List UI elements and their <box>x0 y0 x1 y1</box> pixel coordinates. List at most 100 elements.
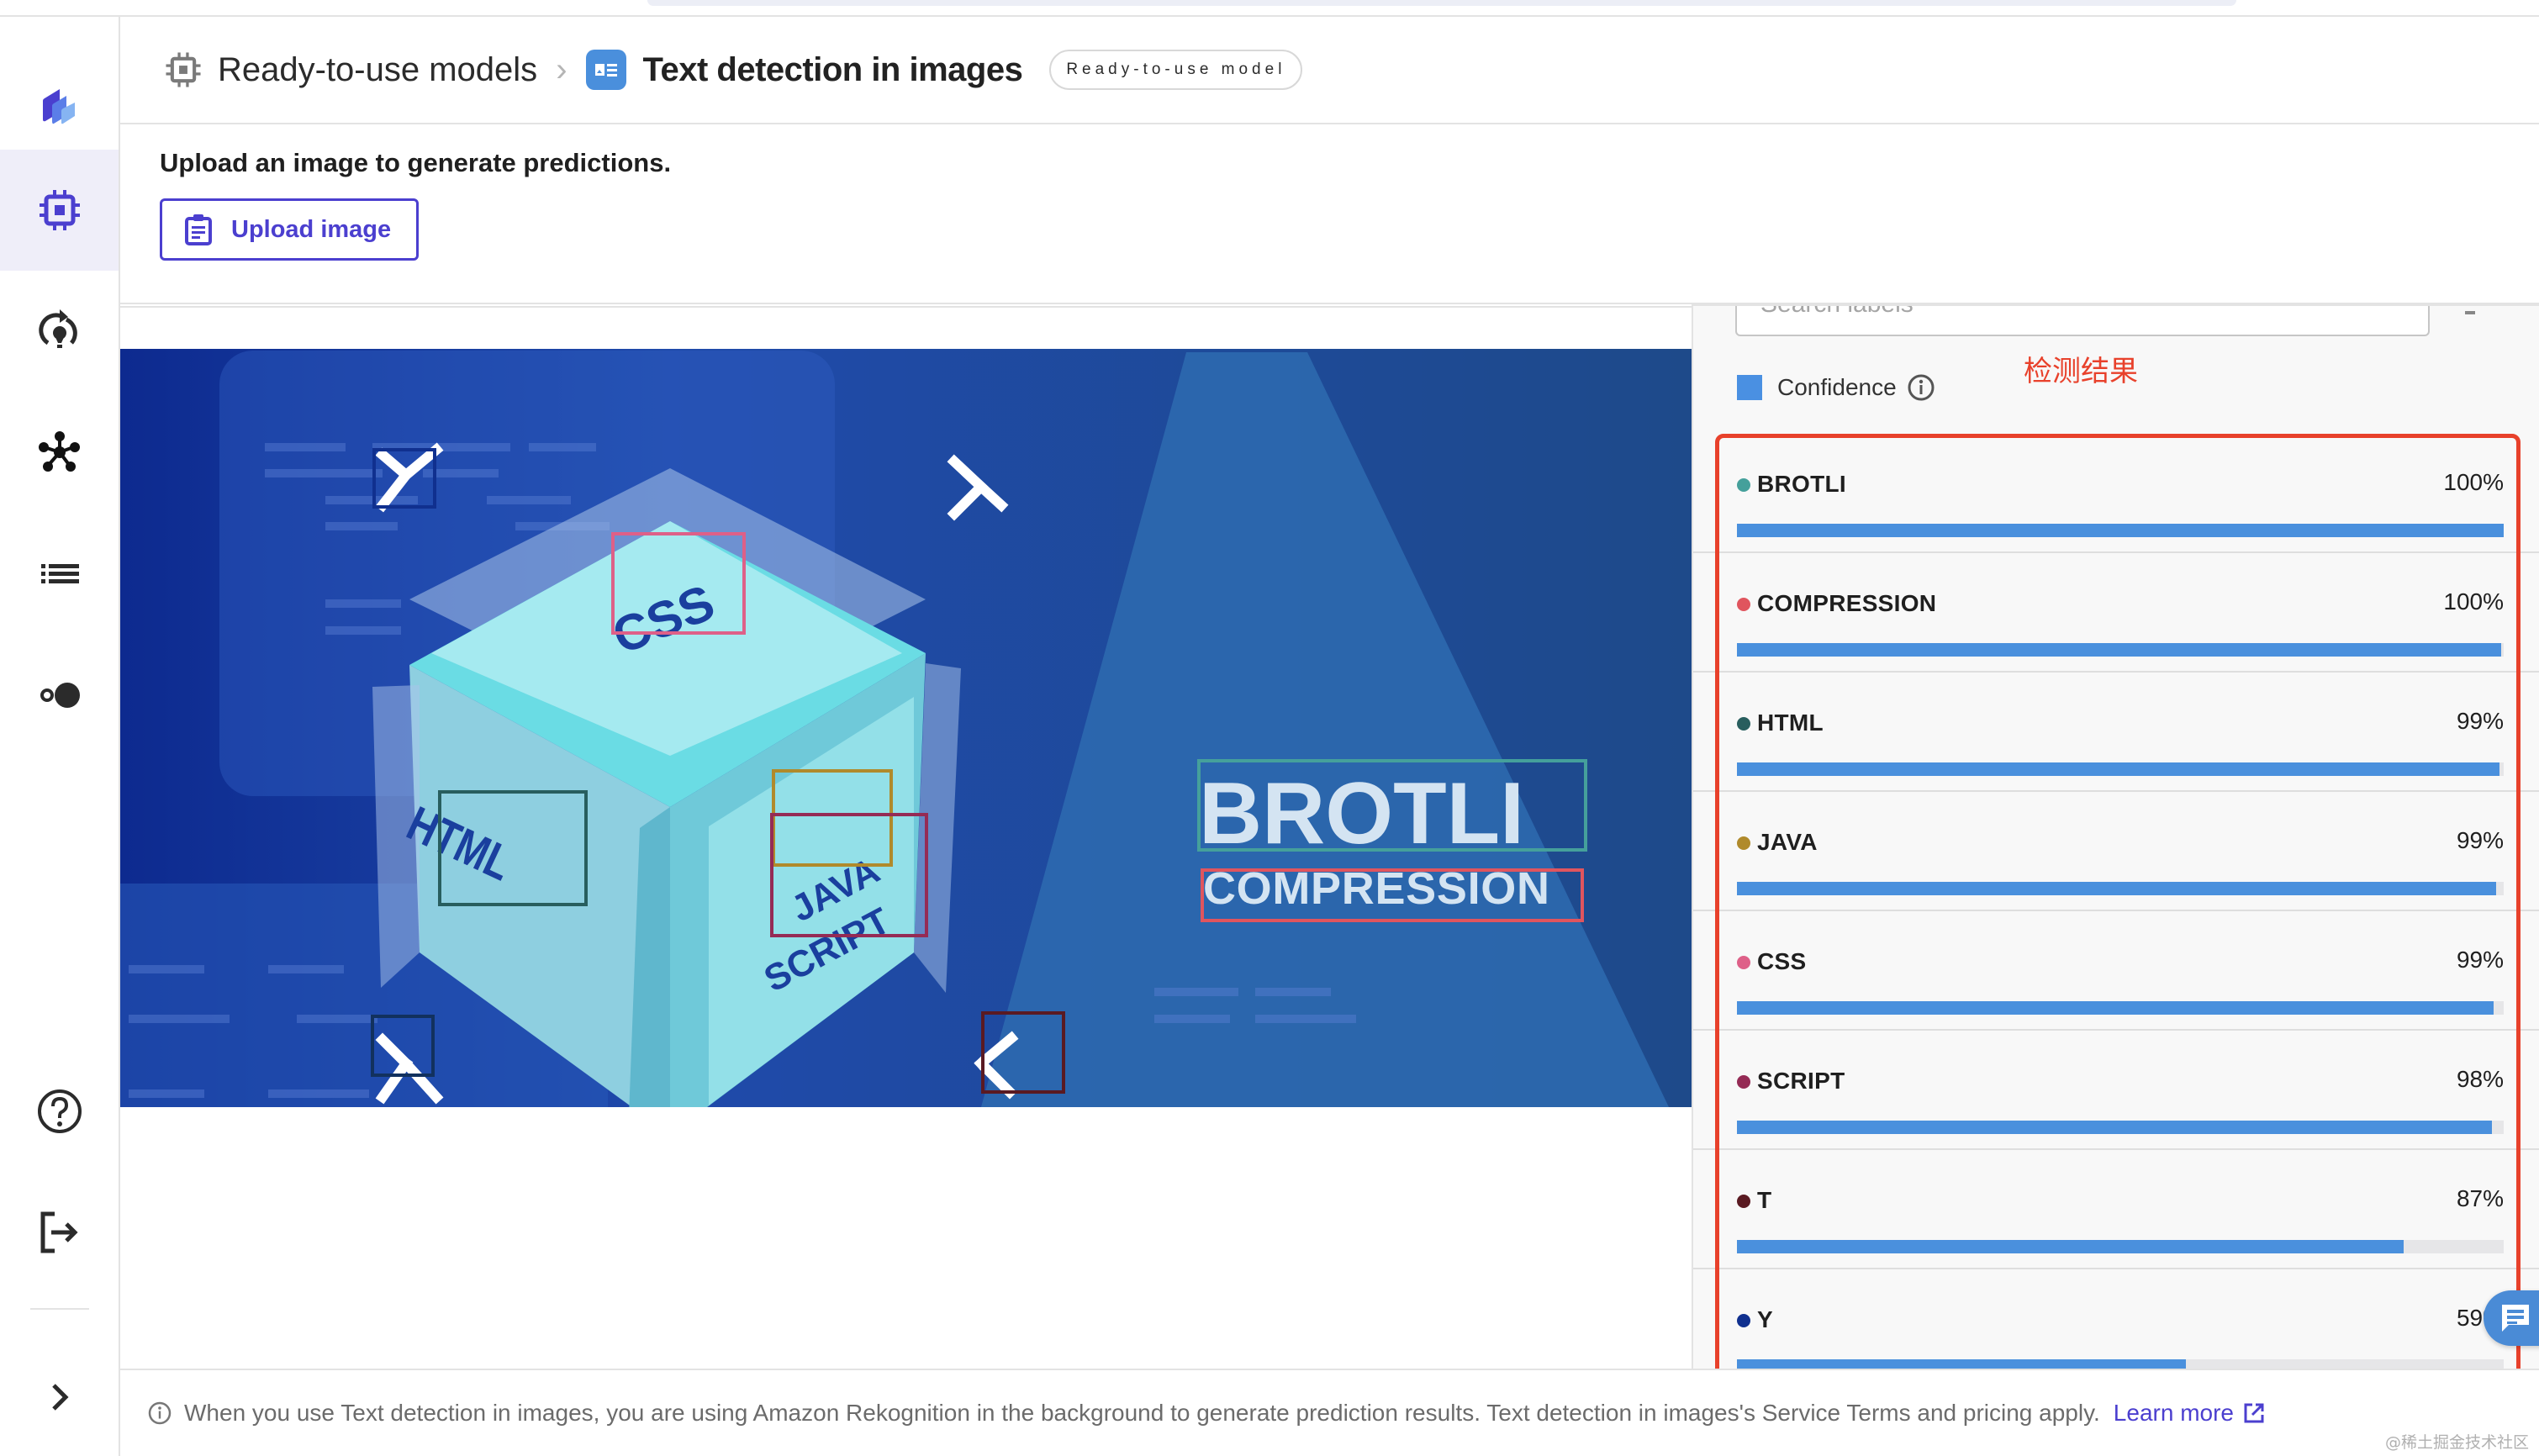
chevron-right-icon <box>51 1384 69 1411</box>
results-panel: 检测结果 Confidence BROTLI 100% COMPRESSION 100… <box>1692 304 2539 1369</box>
result-row-y[interactable]: Y 59% <box>1693 1269 2539 1369</box>
chip-icon <box>166 52 201 87</box>
lightbulb-refresh-icon <box>38 309 77 348</box>
label-color-dot <box>1737 478 1750 492</box>
info-icon[interactable] <box>1907 373 1935 402</box>
confidence-bar-fill <box>1737 882 2496 895</box>
label-color-dot <box>1737 836 1750 850</box>
confidence-bar-fill <box>1737 1001 2494 1015</box>
confidence-bar <box>1737 1240 2504 1253</box>
top-strip <box>0 0 2539 17</box>
toggle-icon <box>40 683 80 708</box>
address-bar-edge <box>647 0 2236 6</box>
result-row-css[interactable]: CSS 99% <box>1693 911 2539 1031</box>
breadcrumb: Ready-to-use models › Text detection in … <box>120 17 2539 124</box>
confidence-value: 87% <box>2456 1185 2504 1211</box>
confidence-label: Confidence <box>1777 374 1897 400</box>
confidence-bar-fill <box>1737 524 2504 537</box>
upload-image-button[interactable]: Upload image <box>160 198 419 261</box>
result-label: CSS <box>1757 948 1807 974</box>
result-row-compression[interactable]: COMPRESSION 100% <box>1693 553 2539 673</box>
confidence-value: 100% <box>2443 588 2504 615</box>
label-color-dot <box>1737 1195 1750 1208</box>
sidebar-item-logout[interactable] <box>0 1172 119 1293</box>
analyzed-image-graphic: CSS HTML JAVA SCRIPT BROTLI COMPRESSION <box>120 349 1692 1107</box>
network-nodes-icon <box>38 431 80 472</box>
confidence-value: 98% <box>2456 1066 2504 1092</box>
external-link-icon <box>2244 1403 2264 1423</box>
learn-more-link[interactable]: Learn more <box>2114 1400 2266 1427</box>
breadcrumb-parent-link[interactable]: Ready-to-use models <box>218 51 537 89</box>
label-color-dot <box>1737 717 1750 731</box>
result-label: JAVA <box>1757 829 1818 855</box>
result-row-t[interactable]: T 87% <box>1693 1150 2539 1269</box>
result-row-script[interactable]: SCRIPT 98% <box>1693 1031 2539 1150</box>
sidebar <box>0 17 120 1456</box>
feedback-chat-button[interactable] <box>2484 1290 2539 1346</box>
result-row-java[interactable]: JAVA 99% <box>1693 792 2539 911</box>
confidence-bar <box>1737 1121 2504 1134</box>
confidence-value: 100% <box>2443 469 2504 495</box>
list-icon <box>40 564 79 583</box>
sidebar-item-help[interactable] <box>0 1051 119 1172</box>
confidence-bar <box>1737 762 2504 776</box>
sidebar-expand-button[interactable] <box>0 1337 119 1456</box>
sidebar-divider <box>30 1308 89 1310</box>
confidence-value: 99% <box>2456 827 2504 853</box>
confidence-bar <box>1737 643 2504 657</box>
sidebar-item-ready-to-use-models[interactable] <box>0 150 119 271</box>
sidebar-item-models[interactable] <box>0 392 119 513</box>
learn-more-label: Learn more <box>2113 1400 2234 1426</box>
result-label: HTML <box>1757 710 1824 736</box>
image-text-brotli: BROTLI <box>1199 765 1524 863</box>
confidence-bar-fill <box>1737 1240 2404 1253</box>
confidence-bar <box>1737 882 2504 895</box>
confidence-bar <box>1737 524 2504 537</box>
sidebar-item-toggle[interactable] <box>0 634 119 755</box>
upload-image-label: Upload image <box>231 215 392 243</box>
confidence-bar <box>1737 1359 2504 1369</box>
result-label: Y <box>1757 1306 1773 1332</box>
confidence-value: 99% <box>2456 708 2504 734</box>
chevron-right-icon: › <box>556 50 567 88</box>
model-type-badge: Ready-to-use model <box>1049 50 1303 90</box>
confidence-bar-fill <box>1737 1359 2186 1369</box>
result-row-brotli[interactable]: BROTLI 100% <box>1693 434 2539 553</box>
search-labels-input[interactable] <box>1735 306 2430 336</box>
result-label: COMPRESSION <box>1757 590 1937 616</box>
result-row-html[interactable]: HTML 99% <box>1693 673 2539 792</box>
text-detection-icon <box>585 50 626 90</box>
info-icon <box>148 1401 172 1425</box>
chip-icon <box>39 190 80 230</box>
confidence-bar <box>1737 1001 2504 1015</box>
watermark: @稀土掘金技术社区 <box>2384 1433 2529 1452</box>
chat-icon <box>2502 1305 2529 1332</box>
help-icon <box>37 1089 82 1133</box>
label-color-dot <box>1737 1314 1750 1327</box>
confidence-bar-fill <box>1737 762 2500 776</box>
page-title: Text detection in images <box>642 50 1023 88</box>
confidence-legend: Confidence <box>1737 373 1935 402</box>
results-list: BROTLI 100% COMPRESSION 100% HTML 99% JAVA 99% C… <box>1693 434 2539 1369</box>
sidebar-item-ml-ops[interactable] <box>0 271 119 392</box>
label-color-dot <box>1737 956 1750 969</box>
result-label: T <box>1757 1187 1772 1213</box>
canvas-logo-icon <box>42 89 75 124</box>
collapse-icon[interactable] <box>2465 311 2475 314</box>
footer-text: When you use Text detection in images, y… <box>184 1400 2100 1426</box>
confidence-swatch <box>1737 375 1762 400</box>
footer-notice: When you use Text detection in images, y… <box>120 1369 2539 1456</box>
result-label: BROTLI <box>1757 471 1847 497</box>
confidence-value: 99% <box>2456 947 2504 973</box>
sidebar-logo[interactable] <box>0 45 119 166</box>
sidebar-item-datasets[interactable] <box>0 513 119 634</box>
prediction-canvas: CSS HTML JAVA SCRIPT BROTLI COMPRESSION <box>120 306 1692 1369</box>
label-color-dot <box>1737 1075 1750 1089</box>
confidence-bar-fill <box>1737 1121 2493 1134</box>
clipboard-icon <box>185 214 212 245</box>
upload-instructions: Upload an image to generate predictions. <box>160 148 672 177</box>
result-label: SCRIPT <box>1757 1068 1845 1094</box>
label-color-dot <box>1737 598 1750 611</box>
analyzed-image: CSS HTML JAVA SCRIPT BROTLI COMPRESSION <box>120 349 1692 1107</box>
upload-section: Upload an image to generate predictions.… <box>120 126 2539 304</box>
